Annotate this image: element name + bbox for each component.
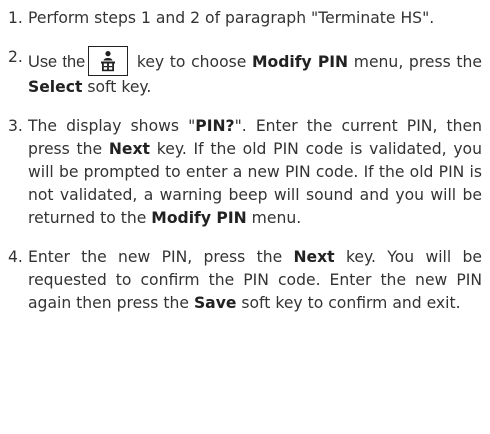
next-key-label: Next [293,248,335,266]
step-text: Use the key to choose Modify PIN menu, p… [28,46,482,99]
step-text: Enter the new PIN, press the Next key. Y… [28,246,482,315]
pin-prompt-label: PIN? [195,117,235,135]
step-text: Perform steps 1 and 2 of paragraph "Term… [28,7,482,30]
step-3: 3. The display shows "PIN?". Enter the c… [8,115,482,230]
step-number: 1. [8,9,23,27]
next-key-label: Next [108,140,151,158]
save-softkey-label: Save [193,294,237,312]
step-4-text-a: Enter the new PIN, press the [28,248,294,266]
step-2-text-a: key to choose [131,53,253,71]
step-text: The display shows "PIN?". Enter the curr… [28,115,482,230]
step-1-text: Perform steps 1 and 2 of paragraph "Term… [28,9,435,27]
modify-pin-menu-label: Modify PIN [252,53,349,71]
select-softkey-label: Select [28,78,83,96]
phonebook-key-glyph [101,51,116,72]
step-4: 4. Enter the new PIN, press the Next key… [8,246,482,315]
phonebook-key-icon [88,46,129,76]
instruction-document: 1. Perform steps 1 and 2 of paragraph "T… [0,0,490,434]
step-2-intro: Use the [28,53,86,71]
step-4-text-c: soft key to confirm and exit. [236,294,461,312]
step-2-text-b: menu, press the [348,53,482,71]
step-3-text-d: menu. [246,209,302,227]
step-2: 2. Use the key to choose Modify PIN menu… [8,46,482,99]
modify-pin-menu-label: Modify PIN [151,209,247,227]
step-number: 2. [8,48,23,66]
step-2-text-c: soft key. [82,78,152,96]
step-3-text-a: The display shows " [28,117,196,135]
step-1: 1. Perform steps 1 and 2 of paragraph "T… [8,7,482,30]
step-number: 3. [8,117,23,135]
step-number: 4. [8,248,23,266]
